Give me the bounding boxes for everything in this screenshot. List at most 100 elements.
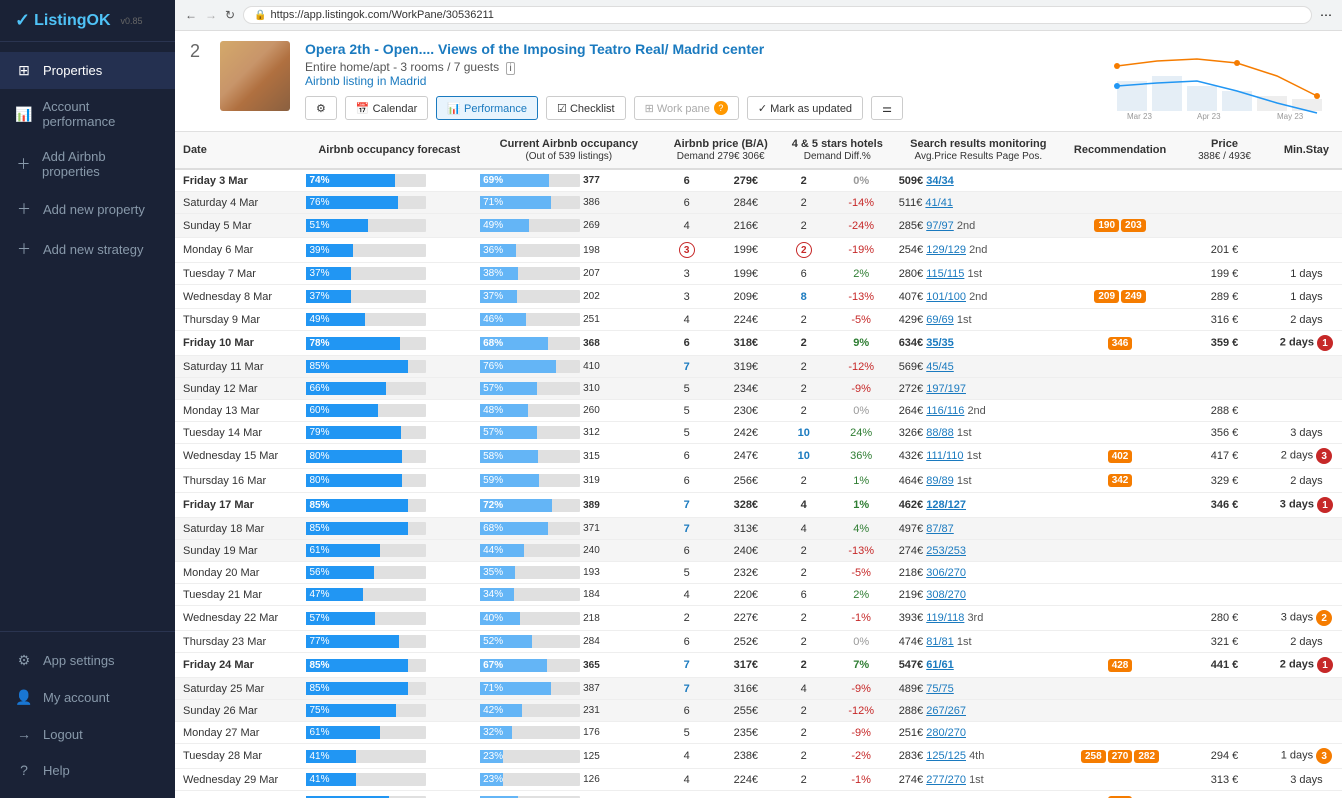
svg-text:Mar 23: Mar 23 — [1127, 112, 1152, 121]
cell-recommendation — [1062, 422, 1178, 444]
cell-search: 474€ 81/81 1st — [895, 631, 1062, 653]
sidebar-item-my-account[interactable]: 👤 My account — [0, 679, 175, 716]
cell-hotel-demand: 4 — [780, 493, 828, 518]
cell-date: Tuesday 7 Mar — [175, 263, 302, 285]
cell-hotel-diff: -24% — [828, 214, 895, 238]
cell-current-occupancy: 32% 176 — [476, 722, 661, 744]
cell-hotel-demand: 2 — [780, 606, 828, 631]
cell-hotel-demand: 2 — [780, 378, 828, 400]
table-body: Friday 3 Mar 74% 69% 377 6279€20%509€ 34… — [175, 169, 1342, 798]
airbnb-listing-link[interactable]: Airbnb listing in Madrid — [305, 74, 426, 88]
cell-hotel-diff: -9% — [828, 722, 895, 744]
cell-date: Wednesday 22 Mar — [175, 606, 302, 631]
cell-price: 294 € — [1178, 744, 1271, 769]
url-bar[interactable]: 🔒 https://app.listingok.com/WorkPane/305… — [243, 6, 1312, 24]
sidebar-item-help[interactable]: ? Help — [0, 752, 175, 788]
cell-date: Sunday 19 Mar — [175, 540, 302, 562]
cell-hotel-diff: -1% — [828, 606, 895, 631]
cell-date: Tuesday 21 Mar — [175, 584, 302, 606]
cell-search: 285€ 97/97 2nd — [895, 214, 1062, 238]
cell-date: Wednesday 29 Mar — [175, 769, 302, 791]
cell-min-stay — [1271, 584, 1342, 606]
cell-min-stay: 2 days 1 — [1271, 331, 1342, 356]
cell-forecast: 47% — [302, 584, 476, 606]
sidebar-item-add-property[interactable]: ＋ Add new property — [0, 189, 175, 229]
col-search: Search results monitoringAvg.Price Resul… — [895, 132, 1062, 169]
table-row: Wednesday 29 Mar 41% 23% 126 4224€2-1%27… — [175, 769, 1342, 791]
sidebar-item-add-airbnb[interactable]: ＋ Add Airbnb properties — [0, 139, 175, 189]
back-btn[interactable]: ← — [185, 8, 197, 22]
cell-search: 429€ 69/69 1st — [895, 309, 1062, 331]
cell-recommendation: 340 — [1062, 791, 1178, 798]
cell-price — [1178, 192, 1271, 214]
cell-current-occupancy: 35% 193 — [476, 562, 661, 584]
cell-current-occupancy: 72% 389 — [476, 493, 661, 518]
cell-ab-demand: 4 — [662, 584, 712, 606]
table-row: Friday 10 Mar 78% 68% 368 6318€29%634€ 3… — [175, 331, 1342, 356]
cell-hotel-diff: 0% — [828, 169, 895, 192]
cell-ab-demand: 5 — [662, 562, 712, 584]
cell-forecast: 41% — [302, 744, 476, 769]
cell-price: 356 € — [1178, 422, 1271, 444]
forward-btn[interactable]: → — [205, 8, 217, 22]
cell-min-stay — [1271, 678, 1342, 700]
sidebar-item-properties[interactable]: ⊞ Properties — [0, 52, 175, 89]
cell-search: 511€ 41/41 — [895, 192, 1062, 214]
cell-price — [1178, 700, 1271, 722]
cell-date: Monday 6 Mar — [175, 238, 302, 263]
checklist-btn[interactable]: ☑ Checklist — [546, 96, 626, 120]
cell-ab-demand: 4 — [662, 214, 712, 238]
cell-hotel-diff: -9% — [828, 678, 895, 700]
cell-hotel-diff: 2% — [828, 263, 895, 285]
cell-ab-demand: 4 — [662, 309, 712, 331]
settings-btn[interactable]: ⚙ — [305, 96, 337, 120]
cell-min-stay: 3 days — [1271, 769, 1342, 791]
mark-updated-btn[interactable]: ✓ Mark as updated — [747, 96, 863, 120]
cell-date: Friday 17 Mar — [175, 493, 302, 518]
sidebar: ✓ ListingOK v0.85 ⊞ Properties 📊 Account… — [0, 0, 175, 798]
calendar-btn[interactable]: 📅 Calendar — [345, 96, 428, 120]
cell-ab-price1: 256€ — [712, 469, 780, 493]
cell-hotel-demand: 6 — [780, 263, 828, 285]
cell-current-occupancy: 48% 260 — [476, 400, 661, 422]
cell-ab-price1: 284€ — [712, 192, 780, 214]
gear-icon: ⚙ — [15, 652, 33, 669]
workpane-btn[interactable]: ⊞ Work pane ? — [634, 96, 739, 120]
cell-forecast: 49% — [302, 309, 476, 331]
cell-min-stay: 1 days 3 — [1271, 744, 1342, 769]
cell-price: 201 € — [1178, 238, 1271, 263]
cell-current-occupancy: 42% 231 — [476, 700, 661, 722]
sidebar-item-add-strategy-label: Add new strategy — [43, 242, 143, 257]
cell-forecast: 75% — [302, 700, 476, 722]
cell-current-occupancy: 71% 387 — [476, 678, 661, 700]
cell-date: Wednesday 15 Mar — [175, 444, 302, 469]
sidebar-item-add-strategy[interactable]: ＋ Add new strategy — [0, 229, 175, 269]
cell-search: 464€ 89/89 1st — [895, 469, 1062, 493]
cell-recommendation — [1062, 769, 1178, 791]
sidebar-item-help-label: Help — [43, 763, 70, 778]
performance-btn[interactable]: 📊 Performance — [436, 96, 538, 120]
sidebar-bottom: ⚙ App settings 👤 My account → Logout ? H… — [0, 631, 175, 798]
cell-ab-price1: 318€ — [712, 331, 780, 356]
cell-search: 569€ 45/45 — [895, 356, 1062, 378]
cell-search: 264€ 116/116 2nd — [895, 400, 1062, 422]
extensions-btn[interactable]: ⋯ — [1320, 8, 1332, 22]
filter-btn[interactable]: ⚌ — [871, 96, 903, 120]
sidebar-item-logout[interactable]: → Logout — [0, 716, 175, 752]
table-row: Wednesday 15 Mar 80% 58% 315 6247€1036%4… — [175, 444, 1342, 469]
cell-current-occupancy: 69% 377 — [476, 169, 661, 192]
sidebar-item-account-performance[interactable]: 📊 Account performance — [0, 89, 175, 139]
cell-forecast: 85% — [302, 493, 476, 518]
cell-recommendation — [1062, 192, 1178, 214]
cell-current-occupancy: 38% 207 — [476, 263, 661, 285]
cell-hotel-demand: 2 — [780, 722, 828, 744]
cell-search: 407€ 101/100 2nd — [895, 285, 1062, 309]
cell-recommendation — [1062, 606, 1178, 631]
refresh-btn[interactable]: ↻ — [225, 8, 235, 22]
sidebar-logo: ✓ ListingOK v0.85 — [0, 0, 175, 42]
sidebar-item-app-settings[interactable]: ⚙ App settings — [0, 642, 175, 679]
cell-ab-demand: 7 — [662, 678, 712, 700]
cell-recommendation — [1062, 263, 1178, 285]
cell-ab-price1: 199€ — [712, 263, 780, 285]
cell-search: 219€ 308/270 — [895, 584, 1062, 606]
